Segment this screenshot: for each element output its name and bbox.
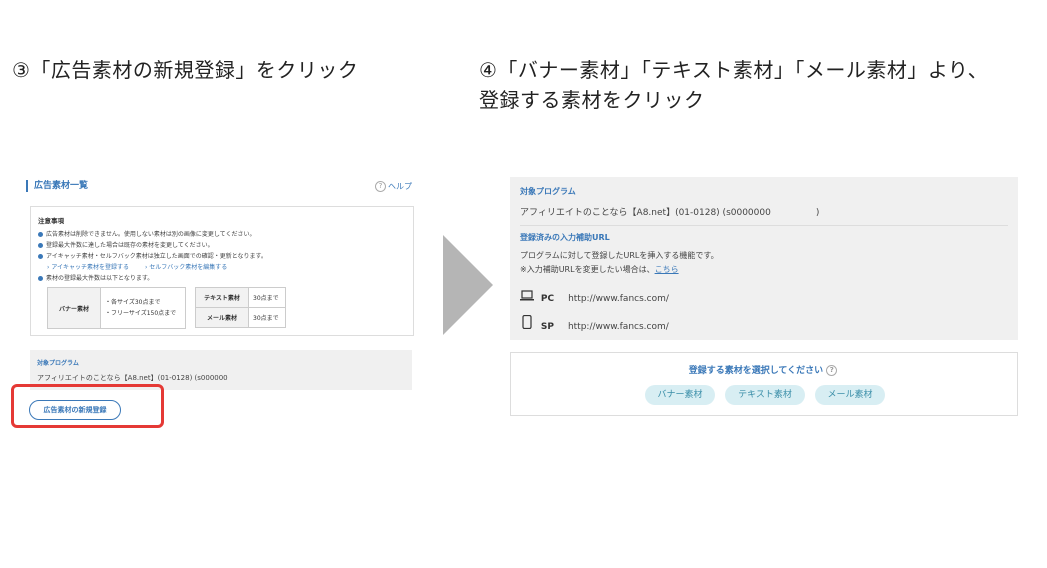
sp-url-row: SP http://www.fancs.com/ (520, 314, 669, 332)
notice-item: 広告素材は削除できません。使用しない素材は別の画像に変更してください。 (38, 229, 255, 238)
pc-icon (520, 290, 534, 301)
program-label: 対象プログラム (37, 360, 79, 367)
question-icon: ? (375, 181, 386, 192)
notice-item: 素材の登録最大件数は以下となります。 (38, 273, 153, 282)
notice-box: 注意事項 広告素材は削除できません。使用しない素材は別の画像に変更してください。… (30, 206, 414, 336)
question-icon[interactable]: ? (826, 365, 838, 376)
pc-url-row: PC http://www.fancs.com/ (520, 290, 669, 304)
text-label: テキスト素材 (195, 287, 249, 308)
highlight-box (11, 384, 164, 428)
text-mail-limit-table: テキスト素材 30点まで メール素材 30点まで (195, 287, 286, 328)
banner-label: バナー素材 (47, 287, 101, 329)
notice-title: 注意事項 (38, 217, 64, 225)
bullet-icon (38, 254, 43, 259)
selfback-link[interactable]: › セルフバック素材を編集する (145, 264, 227, 271)
sp-label: SP (540, 322, 554, 332)
url-description: プログラムに対して登録したURLを挿入する機能です。 (520, 251, 719, 260)
step4-line1: ④「バナー素材」「テキスト素材」「メール素材」より、 (479, 58, 989, 82)
notice-item: アイキャッチ素材・セルフバック素材は独立した画面での確認・更新となります。 (38, 251, 267, 260)
banner-material-button[interactable]: バナー素材 (645, 385, 715, 405)
links-row: › アイキャッチ素材を登録する › セルフバック素材を編集する (47, 262, 227, 271)
bullet-icon (38, 276, 43, 281)
smartphone-icon (522, 314, 532, 330)
program-label: 対象プログラム (520, 187, 576, 196)
select-title: 登録する素材を選択してください ? (511, 363, 1017, 376)
banner-limit: ・各サイズ30点まで ・フリーサイズ150点まで (100, 287, 186, 329)
step4-line2: 登録する素材をクリック (479, 88, 705, 112)
program-value: アフィリエイトのことなら【A8.net】(01-0128) (s000000 (37, 374, 228, 382)
pc-url: http://www.fancs.com/ (568, 294, 669, 304)
step3-instruction: ③「広告素材の新規登録」をクリック (12, 58, 359, 82)
registered-url-label: 登録済みの入力補助URL (520, 233, 610, 242)
material-select-panel: 登録する素材を選択してください ? バナー素材 テキスト素材 メール素材 (510, 352, 1018, 416)
sp-url: http://www.fancs.com/ (567, 322, 669, 332)
divider (520, 225, 1008, 226)
text-material-button[interactable]: テキスト素材 (725, 385, 805, 405)
step4-instruction: ④「バナー素材」「テキスト素材」「メール素材」より、 登録する素材をクリック (479, 55, 1039, 115)
pc-label: PC (540, 294, 555, 304)
page-title: 広告素材一覧 (26, 180, 88, 192)
mail-material-button[interactable]: メール素材 (815, 385, 885, 405)
program-value: アフィリエイトのことなら【A8.net】(01-0128) (s0000000 … (520, 208, 820, 218)
bullet-icon (38, 243, 43, 248)
program-info-panel: 対象プログラム アフィリエイトのことなら【A8.net】(01-0128) (s… (510, 177, 1018, 340)
text-limit: 30点まで (248, 287, 286, 308)
arrow-right-icon (443, 235, 493, 335)
mail-label: メール素材 (195, 307, 249, 328)
help-label: ヘルプ (388, 182, 412, 191)
change-url-link[interactable]: こちら (655, 265, 679, 274)
help-link[interactable]: ? ヘルプ (375, 181, 412, 192)
bullet-icon (38, 232, 43, 237)
eyecatch-link[interactable]: › アイキャッチ素材を登録する (47, 264, 129, 271)
banner-limit-table: バナー素材 ・各サイズ30点まで ・フリーサイズ150点まで (47, 287, 186, 329)
mail-limit: 30点まで (248, 307, 286, 328)
url-change-note: ※入力補助URLを変更したい場合は、こちら (520, 265, 679, 274)
notice-item: 登録最大件数に達した場合は既存の素材を変更してください。 (38, 240, 214, 249)
